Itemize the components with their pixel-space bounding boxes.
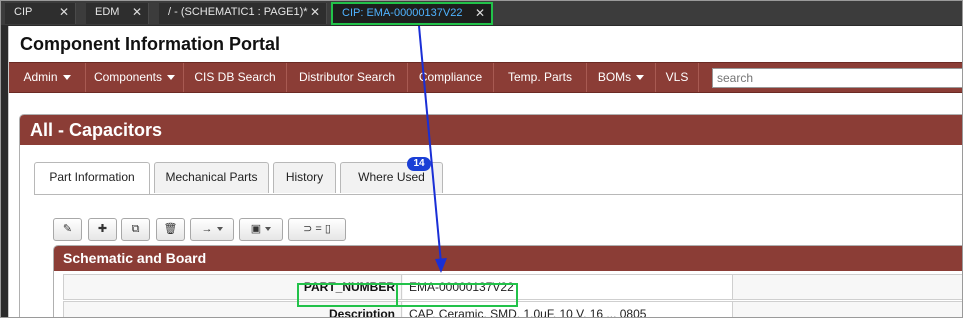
tab-divider [34,194,962,195]
portal-content: Component Information Portal Admin Compo… [8,26,962,317]
pencil-icon: ✎ [62,223,73,235]
arrow-right-icon: → [201,223,213,235]
where-used-count-badge: 14 [407,157,431,171]
nav-distributor-search[interactable]: Distributor Search [287,63,408,92]
tab-mechanical-parts[interactable]: Mechanical Parts [154,162,269,193]
editor-tab-schematic[interactable]: / - (SCHEMATIC1 : PAGE1)* ✕ [159,3,327,24]
nav-cis-db-search[interactable]: CIS DB Search [184,63,287,92]
nav-admin[interactable]: Admin [9,63,86,92]
tab-label: / - (SCHEMATIC1 : PAGE1)* [168,6,308,18]
nav-label: Components [93,70,163,84]
nav-label: Compliance [418,70,483,84]
caret-down-icon [265,227,272,232]
trash-icon: 🗑 [163,223,178,235]
main-nav: Admin Components CIS DB Search Distribut… [9,62,962,93]
tab-label: CIP [14,6,33,18]
nav-components[interactable]: Components [86,63,184,92]
delete-button[interactable]: 🗑 [156,218,185,241]
tab-part-information[interactable]: Part Information [34,162,150,195]
nav-temp-parts[interactable]: Temp. Parts [494,63,587,92]
nav-label: CIS DB Search [194,70,276,84]
copy-icon: ⧉ [131,223,140,235]
section-title: Schematic and Board [54,246,962,271]
panel-title: All - Capacitors [20,115,962,145]
close-icon[interactable]: ✕ [59,3,69,22]
tab-label: Mechanical Parts [165,170,258,184]
ide-window: CIP ✕ EDM ✕ / - (SCHEMATIC1 : PAGE1)* ✕ … [0,0,963,318]
plus-icon: ✚ [97,223,108,235]
highlight-box-label [297,283,398,307]
app-title: Component Information Portal [20,34,280,54]
caret-down-icon [167,75,176,81]
save-dropdown-button[interactable]: ▣ [239,218,283,241]
nav-compliance[interactable]: Compliance [408,63,494,92]
symbol-footprint-button[interactable]: ⊃ = ▯ [288,218,346,241]
editor-tab-cip[interactable]: CIP ✕ [5,3,76,24]
copy-button[interactable]: ⧉ [121,218,150,241]
symbol-footprint-icon: ⊃ = ▯ [303,223,331,235]
editor-tab-cip-part[interactable]: CIP: EMA-00000137V22 ✕ [331,2,493,25]
schematic-board-section: Schematic and Board PART_NUMBER EMA-0000… [53,245,962,317]
highlight-box-value [396,283,518,307]
add-button[interactable]: ✚ [88,218,117,241]
nav-label: BOMs [597,70,632,84]
tab-label: Where Used [358,170,425,184]
close-icon[interactable]: ✕ [132,3,142,22]
nav-vls[interactable]: VLS [656,63,699,92]
edit-button[interactable]: ✎ [53,218,82,241]
tab-label: CIP: EMA-00000137V22 [342,7,463,19]
tab-label: History [285,170,324,184]
move-dropdown-button[interactable]: → [190,218,234,241]
editor-tab-strip: CIP ✕ EDM ✕ / - (SCHEMATIC1 : PAGE1)* ✕ … [1,1,962,25]
tab-history[interactable]: History [273,162,336,193]
nav-boms[interactable]: BOMs [587,63,656,92]
nav-label: Temp. Parts [507,70,573,84]
caret-down-icon [216,227,223,232]
nav-label: Distributor Search [298,70,396,84]
editor-tab-edm[interactable]: EDM ✕ [86,3,149,24]
save-icon: ▣ [250,223,262,235]
tab-label: EDM [95,6,120,18]
nav-label: VLS [665,70,689,84]
search-input[interactable] [712,68,962,88]
caret-down-icon [636,75,645,81]
close-icon[interactable]: ✕ [310,3,320,22]
tab-label: Part Information [49,170,135,184]
caret-down-icon [62,75,71,81]
close-icon[interactable]: ✕ [475,4,485,23]
nav-label: Admin [23,70,58,84]
